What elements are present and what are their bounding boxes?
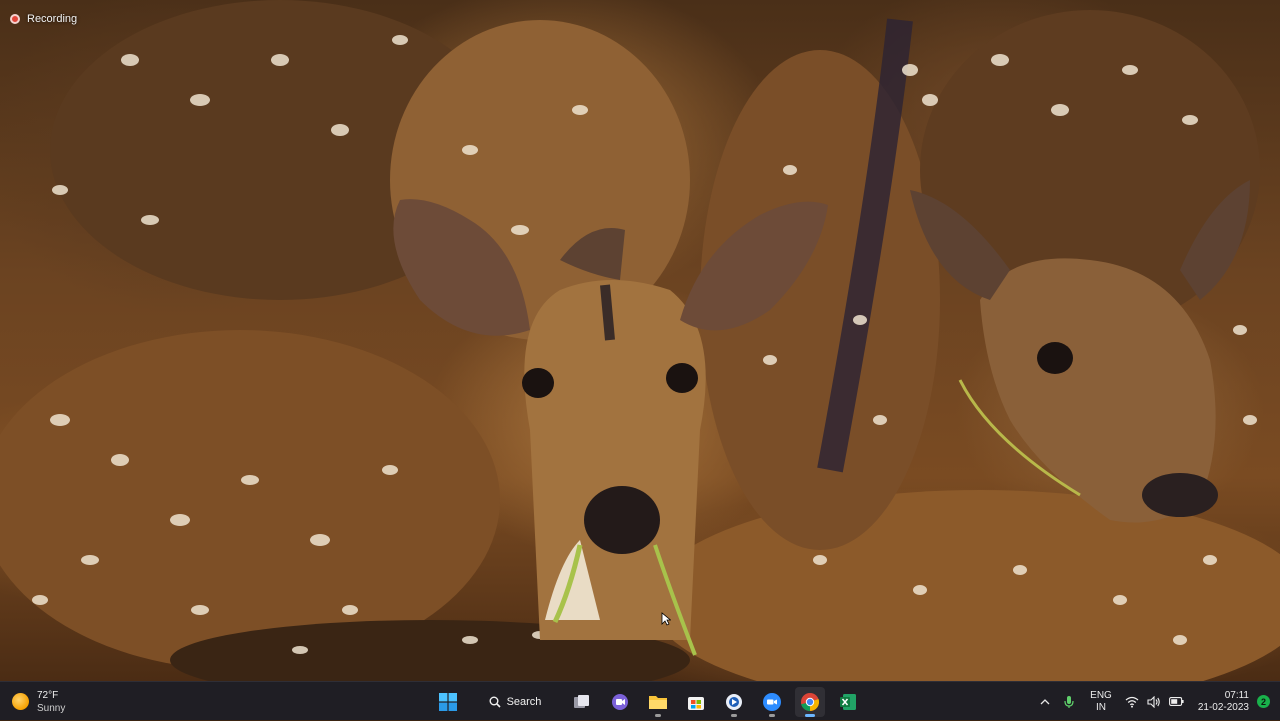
- recording-label: Recording: [27, 13, 78, 25]
- quick-settings-button[interactable]: [1121, 682, 1187, 721]
- mouse-cursor-icon: [661, 612, 671, 626]
- running-indicator: [655, 713, 661, 717]
- weather-widget[interactable]: 72°F Sunny: [12, 686, 65, 717]
- notification-badge[interactable]: 2: [1257, 695, 1270, 708]
- search-icon: [489, 696, 501, 708]
- clock-date: 21-02-2023: [1197, 701, 1249, 713]
- system-tray: ENG IN 07:11 21-02-2023 2: [1033, 682, 1280, 721]
- active-indicator: [805, 713, 815, 717]
- language-line2: IN: [1096, 701, 1106, 713]
- speaker-icon: [1146, 695, 1160, 708]
- chrome-icon: [801, 692, 820, 711]
- recording-indicator: Recording: [10, 10, 77, 28]
- search-button[interactable]: Search: [471, 687, 559, 717]
- microphone-in-use-button[interactable]: [1057, 682, 1081, 721]
- store-icon: [688, 696, 704, 710]
- file-explorer-button[interactable]: [643, 687, 673, 717]
- language-line1: ENG: [1090, 689, 1112, 701]
- chrome-button[interactable]: [795, 686, 825, 717]
- weather-text: 72°F Sunny: [37, 689, 65, 715]
- language-indicator[interactable]: ENG IN: [1081, 682, 1121, 721]
- running-indicator: [731, 713, 737, 717]
- desktop-wallpaper: [0, 0, 1280, 681]
- excel-button[interactable]: [833, 687, 863, 717]
- clock-time: 07:11: [1224, 689, 1249, 701]
- clock-button[interactable]: 07:11 21-02-2023: [1187, 682, 1253, 721]
- folder-icon: [649, 695, 667, 709]
- teams-chat-button[interactable]: [605, 687, 635, 717]
- running-indicator: [769, 713, 775, 717]
- wifi-icon: [1125, 696, 1138, 708]
- zoom-icon: [763, 692, 781, 711]
- start-button[interactable]: [433, 687, 463, 717]
- sun-icon: [12, 693, 29, 710]
- microsoft-store-button[interactable]: [681, 687, 711, 717]
- app-icon: [726, 693, 742, 710]
- taskbar: 72°F Sunny Search ENG IN 07:11 21-02-202…: [0, 681, 1280, 720]
- show-hidden-icons-button[interactable]: [1033, 682, 1057, 721]
- search-label: Search: [506, 695, 542, 708]
- chat-icon: [612, 693, 628, 710]
- microphone-icon: [1064, 695, 1074, 708]
- excel-icon: [840, 693, 856, 710]
- app-button-blue-circle[interactable]: [719, 687, 749, 717]
- task-view-button[interactable]: [567, 687, 597, 717]
- task-view-icon: [574, 694, 589, 708]
- taskbar-app-icons: Search: [433, 686, 863, 717]
- record-dot-icon: [10, 14, 20, 24]
- deer-wallpaper-illustration: [0, 0, 1280, 681]
- chevron-up-icon: [1040, 698, 1050, 704]
- weather-condition: Sunny: [37, 702, 66, 714]
- weather-temperature: 72°F: [37, 689, 59, 701]
- windows-logo-icon: [439, 692, 457, 711]
- zoom-button[interactable]: [757, 687, 787, 717]
- battery-icon: [1168, 697, 1184, 706]
